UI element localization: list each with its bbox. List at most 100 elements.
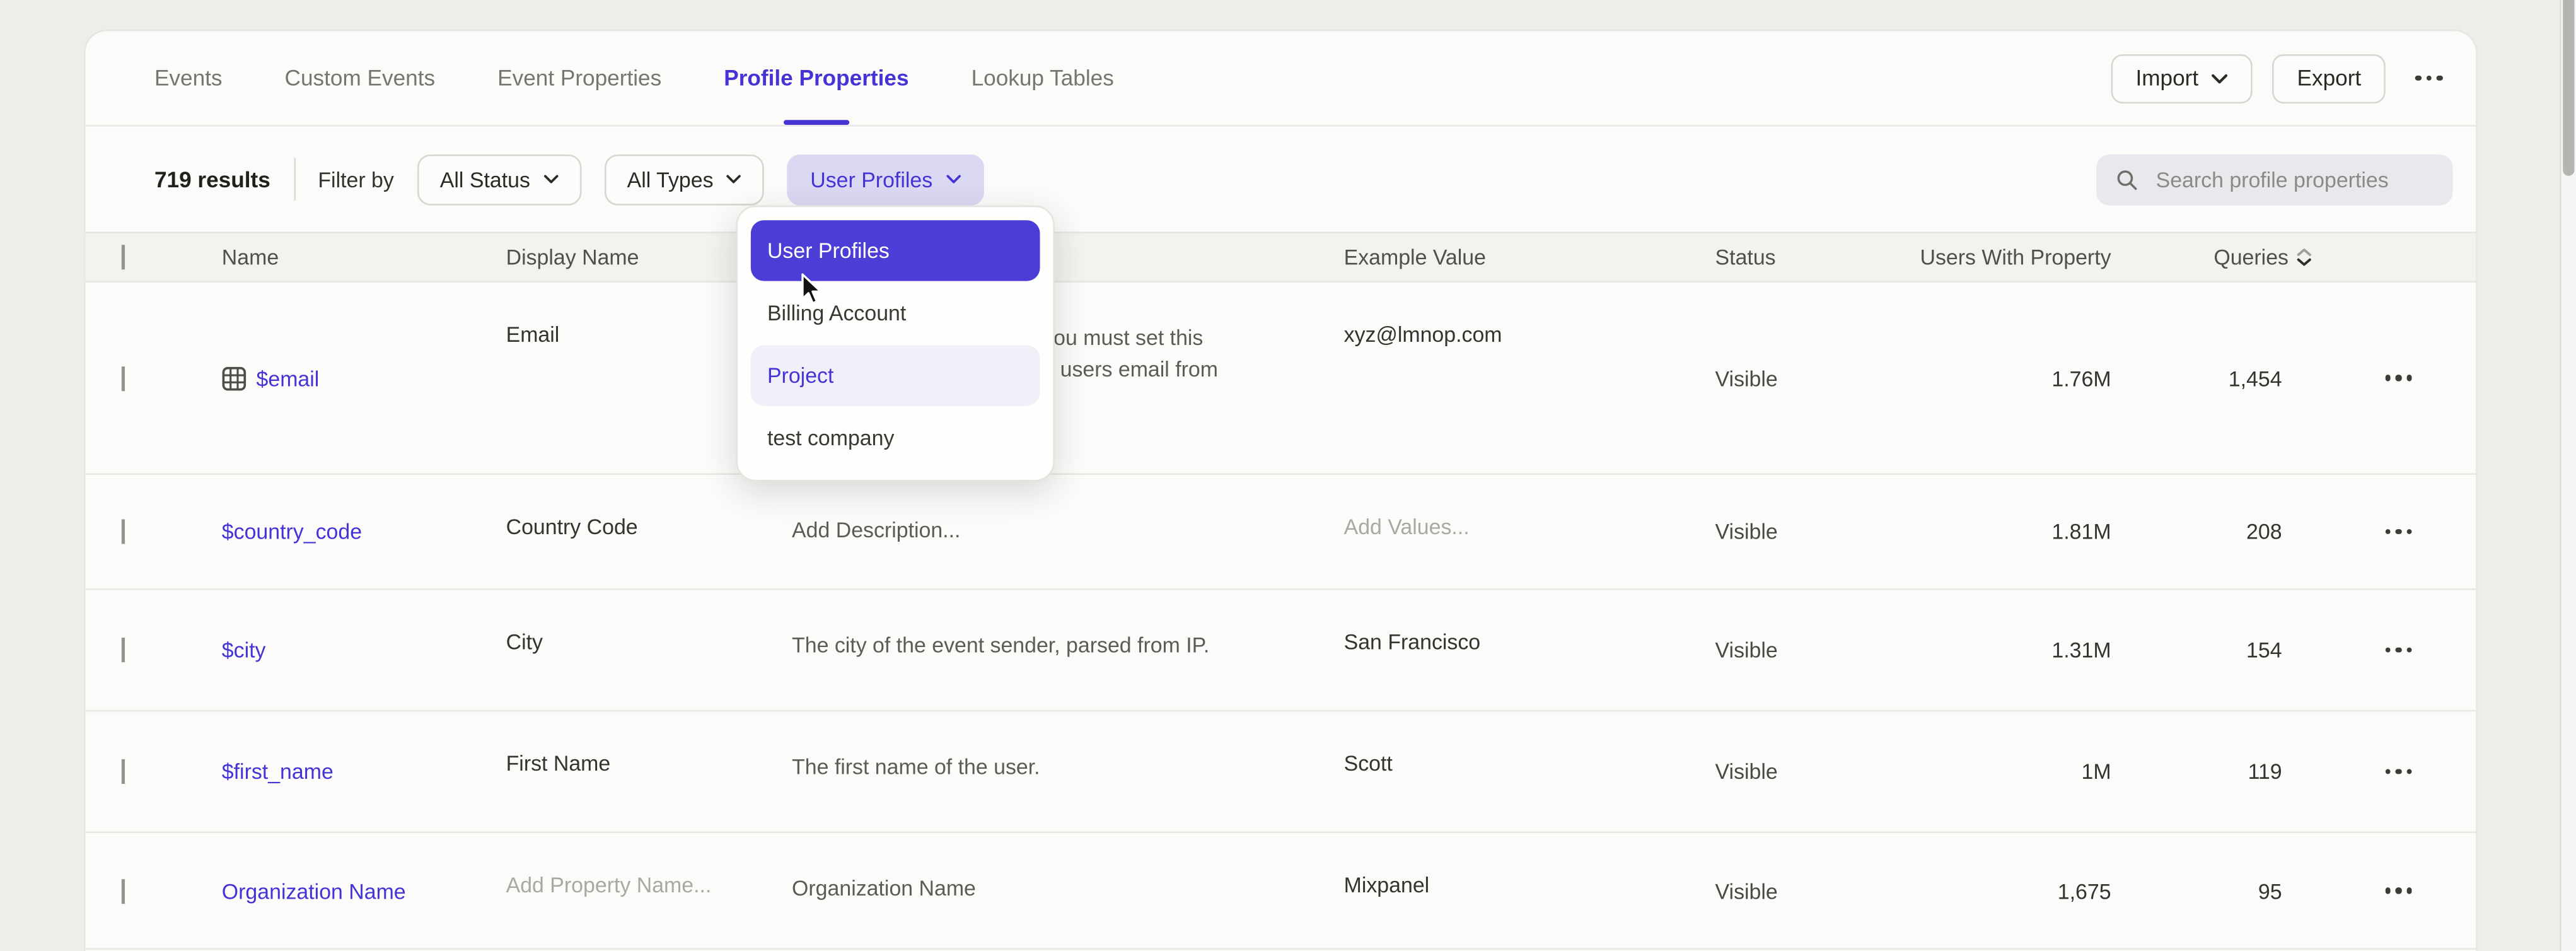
row-more-options-icon[interactable] — [2375, 637, 2422, 663]
example-value-cell[interactable]: San Francisco — [1344, 590, 1715, 655]
row-checkbox[interactable] — [122, 878, 125, 903]
status-filter-label: All Status — [440, 166, 530, 191]
property-name-link[interactable]: $email — [222, 366, 506, 390]
more-options-icon[interactable] — [2406, 65, 2453, 91]
content-card: Events Custom Events Event Properties Pr… — [84, 30, 2478, 951]
row-more-options-icon[interactable] — [2375, 365, 2422, 391]
page-root: Events Custom Events Event Properties Pr… — [0, 0, 2576, 951]
table-row: $first_name First Name The first name of… — [86, 711, 2476, 833]
row-more-options-icon[interactable] — [2375, 878, 2422, 904]
import-button-label: Import — [2135, 66, 2198, 90]
type-filter-label: All Types — [627, 166, 714, 191]
column-header-status[interactable]: Status — [1715, 245, 1908, 269]
display-name-cell[interactable]: Add Property Name... — [506, 833, 792, 897]
description-cell[interactable]: The city of the event sender, parsed fro… — [792, 590, 1272, 661]
dropdown-item-user-profiles[interactable]: User Profiles — [751, 220, 1040, 281]
status-value[interactable]: Visible — [1715, 878, 1908, 903]
tab-profile-properties[interactable]: Profile Properties — [724, 32, 908, 125]
status-value[interactable]: Visible — [1715, 366, 1908, 390]
column-header-users-with-property[interactable]: Users With Property — [1907, 245, 2121, 269]
status-value[interactable]: Visible — [1715, 759, 1908, 784]
tab-lookup-tables[interactable]: Lookup Tables — [972, 32, 1114, 125]
dropdown-item-billing-account[interactable]: Billing Account — [751, 283, 1040, 343]
export-button[interactable]: Export — [2272, 54, 2386, 103]
property-name: $city — [222, 638, 266, 662]
example-value-cell[interactable]: xyz@lmnop.com — [1344, 283, 1715, 347]
users-with-property-value: 1.81M — [1907, 519, 2121, 544]
divider — [293, 158, 295, 201]
type-filter-button[interactable]: All Types — [604, 154, 764, 205]
example-value-cell[interactable]: Mixpanel — [1344, 833, 1715, 897]
column-header-name[interactable]: Name — [222, 245, 506, 269]
search-input[interactable] — [2152, 165, 2436, 193]
table-row: $city City The city of the event sender,… — [86, 590, 2476, 712]
scrollbar-thumb[interactable] — [2563, 0, 2574, 176]
tab-event-properties[interactable]: Event Properties — [497, 32, 661, 125]
property-name-link[interactable]: $city — [222, 638, 506, 662]
users-with-property-value: 1.76M — [1907, 366, 2121, 390]
active-tab-underline — [784, 119, 849, 125]
select-all-checkbox[interactable] — [122, 245, 125, 269]
users-with-property-value: 1.31M — [1907, 638, 2121, 662]
property-name: $country_code — [222, 519, 362, 544]
status-value[interactable]: Visible — [1715, 638, 1908, 662]
example-value-cell[interactable]: Scott — [1344, 711, 1715, 776]
display-name-cell[interactable]: First Name — [506, 711, 792, 776]
property-name-link[interactable]: $first_name — [222, 759, 506, 784]
property-name: $first_name — [222, 759, 334, 784]
column-header-example-value[interactable]: Example Value — [1344, 245, 1715, 269]
scrollbar-track[interactable] — [2560, 0, 2576, 951]
tabs: Events Custom Events Event Properties Pr… — [154, 32, 1114, 125]
row-checkbox[interactable] — [122, 519, 125, 544]
table-header: Name Display Name Description Example Va… — [86, 231, 2476, 283]
tab-events[interactable]: Events — [154, 32, 223, 125]
queries-value: 1,454 — [2121, 366, 2318, 390]
row-more-options-icon[interactable] — [2375, 759, 2422, 785]
tab-custom-events[interactable]: Custom Events — [285, 32, 436, 125]
chevron-down-icon — [543, 174, 558, 184]
display-name-cell[interactable]: City — [506, 590, 792, 655]
description-cell[interactable]: The first name of the user. — [792, 711, 1272, 782]
chevron-down-icon — [2212, 73, 2228, 83]
table-row: $country_code Country Code Add Descripti… — [86, 475, 2476, 590]
chevron-down-icon — [946, 174, 960, 184]
example-value-cell[interactable]: Add Values... — [1344, 475, 1715, 539]
profile-type-dropdown-menu: User Profiles Billing Account Project te… — [736, 206, 1055, 482]
row-checkbox[interactable] — [122, 759, 125, 784]
row-checkbox[interactable] — [122, 638, 125, 662]
results-count: 719 results — [154, 166, 270, 191]
status-value[interactable]: Visible — [1715, 519, 1908, 544]
chevron-down-icon — [726, 174, 741, 184]
property-name: Organization Name — [222, 878, 406, 903]
row-checkbox[interactable] — [122, 366, 125, 390]
property-name-link[interactable]: Organization Name — [222, 878, 506, 903]
column-header-queries[interactable]: Queries — [2121, 245, 2318, 269]
table-grid-icon — [222, 366, 247, 390]
filter-bar: 719 results Filter by All Status All Typ… — [86, 127, 2476, 232]
tab-bar: Events Custom Events Event Properties Pr… — [86, 32, 2476, 127]
column-header-queries-label: Queries — [2213, 245, 2289, 269]
property-name: $email — [257, 366, 320, 390]
header-actions: Import Export — [2111, 54, 2452, 103]
table-row: Organization Name Add Property Name... O… — [86, 833, 2476, 950]
queries-value: 154 — [2121, 638, 2318, 662]
queries-value: 119 — [2121, 759, 2318, 784]
dropdown-item-project[interactable]: Project — [751, 345, 1040, 405]
search-icon — [2116, 166, 2138, 191]
description-cell[interactable]: Organization Name — [792, 833, 1272, 904]
display-name-cell[interactable]: Country Code — [506, 475, 792, 539]
export-button-label: Export — [2297, 66, 2362, 90]
property-name-link[interactable]: $country_code — [222, 519, 506, 544]
profile-type-filter-button[interactable]: User Profiles — [787, 154, 983, 205]
filter-by-label: Filter by — [318, 166, 393, 191]
description-cell[interactable]: Add Description... — [792, 475, 1272, 546]
status-filter-button[interactable]: All Status — [417, 154, 581, 205]
search-box[interactable] — [2096, 154, 2452, 205]
queries-value: 95 — [2121, 878, 2318, 903]
profile-type-filter-label: User Profiles — [810, 166, 932, 191]
sort-icon — [2297, 248, 2311, 267]
row-more-options-icon[interactable] — [2375, 519, 2422, 545]
tab-profile-properties-label: Profile Properties — [724, 66, 908, 90]
dropdown-item-test-company[interactable]: test company — [751, 407, 1040, 468]
import-button[interactable]: Import — [2111, 54, 2253, 103]
